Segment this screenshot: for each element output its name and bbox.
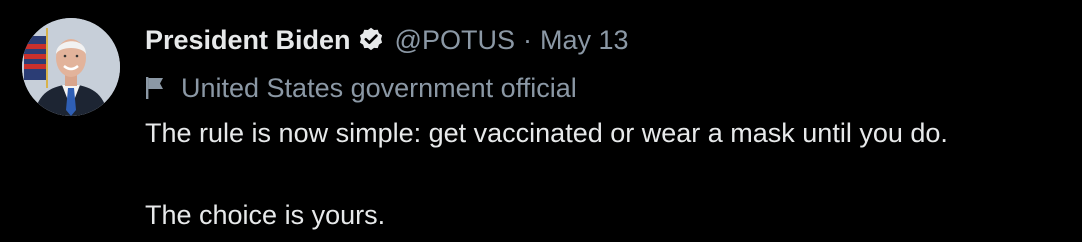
flag-icon [145,76,167,100]
display-name[interactable]: President Biden [145,25,351,56]
tweet-text-line: The choice is yours. [145,200,386,230]
government-label-text: United States government official [181,72,577,103]
handle[interactable]: @POTUS [395,25,515,56]
government-label: United States government official [145,70,577,106]
verified-badge-icon [357,26,385,54]
tweet-header: President Biden @POTUS · May 13 [145,20,629,60]
tweet-text-line: The rule is now simple: get vaccinated o… [145,118,948,148]
avatar-image [22,18,120,116]
tweet-date[interactable]: May 13 [540,25,629,56]
avatar[interactable] [22,18,120,116]
separator-dot: · [522,24,532,55]
tweet[interactable]: President Biden @POTUS · May 13 United S… [0,0,1082,242]
